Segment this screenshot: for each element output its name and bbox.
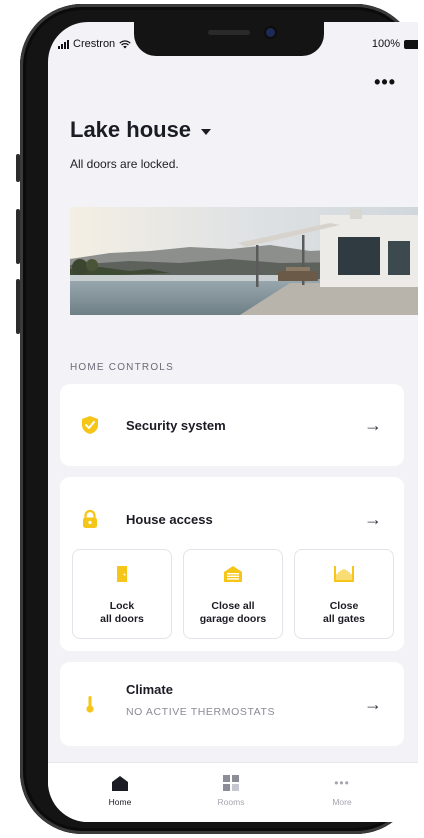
- speaker-grille: [208, 30, 250, 35]
- section-label: HOME CONTROLS: [70, 362, 174, 373]
- tile-label: Lock all doors: [100, 600, 144, 625]
- climate-label: Climate: [126, 682, 173, 697]
- gate-icon: [334, 566, 354, 582]
- tab-bar: Home Rooms ••• More: [48, 762, 418, 822]
- camera-icon: [266, 28, 275, 37]
- volume-down-button: [16, 279, 20, 334]
- caret-down-icon: [201, 129, 212, 135]
- quick-actions: Lock all doors Close all garage doors Cl…: [72, 549, 394, 639]
- thermometer-icon: [86, 696, 94, 713]
- tab-label: More: [332, 797, 352, 807]
- arrow-right-icon[interactable]: →: [364, 509, 382, 530]
- tab-rooms[interactable]: Rooms: [181, 773, 281, 807]
- tile-label: Close all garage doors: [199, 600, 267, 625]
- lock-all-doors-button[interactable]: Lock all doors: [72, 549, 172, 639]
- tab-label: Home: [108, 797, 132, 807]
- status-bar: Crestron 100%: [48, 38, 418, 58]
- mute-switch: [16, 154, 20, 182]
- rooms-icon: [223, 775, 239, 791]
- close-gates-button[interactable]: Close all gates: [294, 549, 394, 639]
- tile-label: Close all gates: [322, 600, 366, 625]
- garage-icon: [224, 566, 242, 582]
- app-screen: Crestron 100% ••• Lake house All doors a…: [48, 22, 418, 822]
- arrow-right-icon[interactable]: →: [364, 694, 382, 715]
- tab-label: Rooms: [217, 797, 245, 807]
- door-icon: [117, 566, 127, 582]
- home-selector[interactable]: Lake house: [70, 117, 212, 143]
- climate-row[interactable]: Climate →: [60, 682, 404, 726]
- more-icon: •••: [334, 776, 350, 790]
- volume-up-button: [16, 209, 20, 264]
- home-icon: [112, 775, 128, 791]
- close-garage-doors-button[interactable]: Close all garage doors: [183, 549, 283, 639]
- security-card[interactable]: Security system →: [60, 384, 404, 466]
- signal-icon: [58, 39, 69, 49]
- tab-home[interactable]: Home: [70, 773, 170, 807]
- more-options-button[interactable]: •••: [374, 72, 396, 93]
- shield-check-icon: [82, 416, 98, 434]
- home-photo: [70, 207, 418, 315]
- lock-status-text: All doors are locked.: [70, 157, 179, 171]
- house-access-label: House access: [126, 511, 213, 527]
- carrier-label: Crestron: [73, 38, 116, 50]
- battery-label: 100%: [371, 38, 400, 50]
- arrow-right-icon[interactable]: →: [364, 415, 382, 436]
- battery-icon: [404, 39, 418, 49]
- page-title: Lake house: [70, 117, 192, 142]
- wifi-icon: [119, 39, 131, 48]
- climate-card[interactable]: Climate → NO ACTIVE THERMOSTATS: [60, 662, 404, 746]
- security-row[interactable]: Security system →: [60, 403, 404, 447]
- house-access-card: House access → Lock all doors Close all …: [60, 477, 404, 651]
- house-access-row[interactable]: House access →: [60, 497, 404, 541]
- climate-status: NO ACTIVE THERMOSTATS: [126, 706, 276, 718]
- security-label: Security system: [126, 417, 226, 433]
- tab-more[interactable]: ••• More: [292, 773, 392, 807]
- lock-icon: [83, 509, 97, 528]
